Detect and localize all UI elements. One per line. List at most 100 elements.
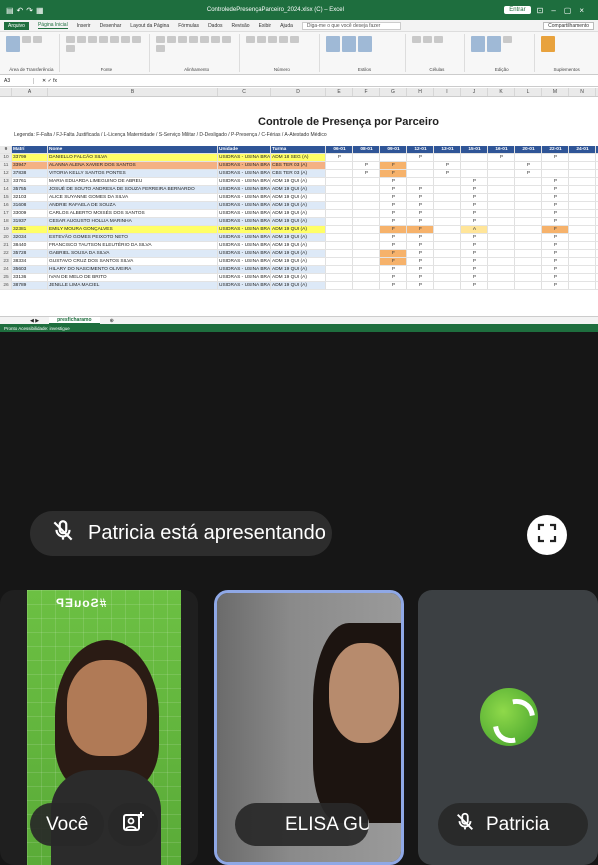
attendance-cell[interactable] [569,186,596,193]
table-cell[interactable]: USIDRAS - USINA BRAS [218,282,271,289]
attendance-cell[interactable] [569,170,596,177]
attendance-cell[interactable]: P [407,234,434,241]
table-cell[interactable]: ADM 19 QUI (A) [271,194,326,201]
attendance-cell[interactable] [569,154,596,161]
attendance-cell[interactable] [326,170,353,177]
attendance-cell[interactable]: F [407,226,434,233]
column-header[interactable] [0,88,12,96]
attendance-cell[interactable] [353,266,380,273]
attendance-cell[interactable]: F [380,250,407,257]
attendance-cell[interactable] [326,218,353,225]
attendance-cell[interactable] [569,258,596,265]
table-cell[interactable]: ADM 19 QUI (A) [271,266,326,273]
attendance-cell[interactable] [461,170,488,177]
attendance-cell[interactable] [488,162,515,169]
attendance-cell[interactable]: P [407,266,434,273]
participant-tile-you[interactable]: #SouEP Você [0,590,198,865]
sheet-tab[interactable]: presficharamo [49,317,100,324]
attendance-cell[interactable]: P [542,210,569,217]
quick-access-toolbar[interactable]: ▤↶↷▦ [6,6,47,15]
table-row[interactable]: 16 31608 ANDRIE RAFAELA DE SOUZA USIDRAS - … [0,202,598,210]
attendance-cell[interactable]: P [380,266,407,273]
table-cell[interactable]: ADM 19 QUI (A) [271,250,326,257]
spreadsheet-grid[interactable]: ABCDEFGHIJKLMN Controle de Presença por … [0,88,598,316]
attendance-cell[interactable] [488,186,515,193]
attendance-cell[interactable]: P [407,258,434,265]
attendance-cell[interactable] [569,282,596,289]
table-cell[interactable]: USIDRAS - USINA BRAS [218,186,271,193]
attendance-cell[interactable] [461,162,488,169]
column-header[interactable]: G [380,88,407,96]
table-cell[interactable]: 33799 [12,154,48,161]
column-header[interactable]: N [569,88,596,96]
window-controls[interactable]: ⊡–▢× [537,6,592,15]
attendance-cell[interactable]: A [461,226,488,233]
attendance-cell[interactable] [407,170,434,177]
attendance-cell[interactable]: P [461,186,488,193]
table-cell[interactable]: USIDRAS - USINA BRAS [218,250,271,257]
table-cell[interactable]: 31937 [12,218,48,225]
attendance-cell[interactable]: P [407,194,434,201]
table-cell[interactable]: 35603 [12,266,48,273]
attendance-cell[interactable]: P [542,194,569,201]
attendance-cell[interactable]: P [380,194,407,201]
attendance-cell[interactable] [488,170,515,177]
table-cell[interactable]: USIDRAS - USINA BRAS [218,194,271,201]
attendance-cell[interactable] [515,266,542,273]
attendance-cell[interactable] [353,274,380,281]
attendance-cell[interactable]: P [542,282,569,289]
attendance-cell[interactable]: P [542,186,569,193]
participant-tile-patricia[interactable]: Patricia [418,590,598,865]
attendance-cell[interactable]: F [542,226,569,233]
row-number[interactable]: 14 [0,186,12,193]
attendance-cell[interactable] [569,250,596,257]
table-row[interactable]: 18 31937 CESAR AUGUSTO HOLLIA MARINHA USIDR… [0,218,598,226]
row-number[interactable]: 17 [0,210,12,217]
attendance-cell[interactable] [434,250,461,257]
table-cell[interactable]: ADM 19 QUI (A) [271,282,326,289]
table-header-cell[interactable]: 22-01 [542,146,569,153]
table-cell[interactable]: 38334 [12,258,48,265]
table-cell[interactable]: ALICE SUYANNE GOMES DA SILVA [48,194,218,201]
attendance-cell[interactable] [569,266,596,273]
attendance-cell[interactable] [515,194,542,201]
table-header-cell[interactable]: 13-01 [434,146,461,153]
sign-in-button[interactable]: Entrar [504,6,531,14]
attendance-cell[interactable]: P [434,170,461,177]
tab-draw[interactable]: Desenhar [100,23,122,29]
effects-button[interactable] [108,803,158,846]
attendance-cell[interactable] [515,186,542,193]
row-number[interactable]: 21 [0,242,12,249]
table-cell[interactable]: ADM 19 QUI (A) [271,234,326,241]
tab-page-layout[interactable]: Layout da Página [130,23,169,29]
attendance-cell[interactable]: P [326,154,353,161]
add-sheet-icon[interactable]: ⊕ [110,318,114,324]
attendance-cell[interactable] [353,250,380,257]
table-header-cell[interactable]: 12-01 [407,146,434,153]
table-cell[interactable]: GABRIEL SOUSA DA SILVA [48,250,218,257]
row-number[interactable]: 9 [0,146,12,153]
table-cell[interactable]: VITORIA KELLY SANTOS PONTES [48,170,218,177]
attendance-cell[interactable] [569,194,596,201]
attendance-cell[interactable] [326,250,353,257]
row-number[interactable]: 26 [0,282,12,289]
attendance-cell[interactable] [542,162,569,169]
attendance-cell[interactable] [569,234,596,241]
row-number[interactable]: 10 [0,154,12,161]
tab-review[interactable]: Revisão [232,23,250,29]
column-header[interactable]: L [515,88,542,96]
attendance-cell[interactable] [488,226,515,233]
table-row[interactable]: 14 35755 JOSUÉ DE SOUTO ANDRESA DE SOUZA F… [0,186,598,194]
table-cell[interactable]: FRANCISCO TAUTSON ELEUTÉRIO DA SILVA [48,242,218,249]
table-row[interactable]: 11 33947 ALANNA ALENA XAVIER DOS SANTOS USI… [0,162,598,170]
attendance-cell[interactable] [326,186,353,193]
attendance-cell[interactable]: P [407,202,434,209]
table-row[interactable]: 17 33009 CARLOS ALBERTO MOISÉS DOS SANTOS U… [0,210,598,218]
attendance-cell[interactable] [380,154,407,161]
table-cell[interactable]: 33009 [12,210,48,217]
attendance-cell[interactable] [434,234,461,241]
attendance-cell[interactable] [515,274,542,281]
table-row[interactable]: 13 33761 MARIA EDUARDA LIMEGUINO DE ABREU U… [0,178,598,186]
attendance-cell[interactable] [326,242,353,249]
table-cell[interactable]: ADM 18 SEG (A) [271,154,326,161]
